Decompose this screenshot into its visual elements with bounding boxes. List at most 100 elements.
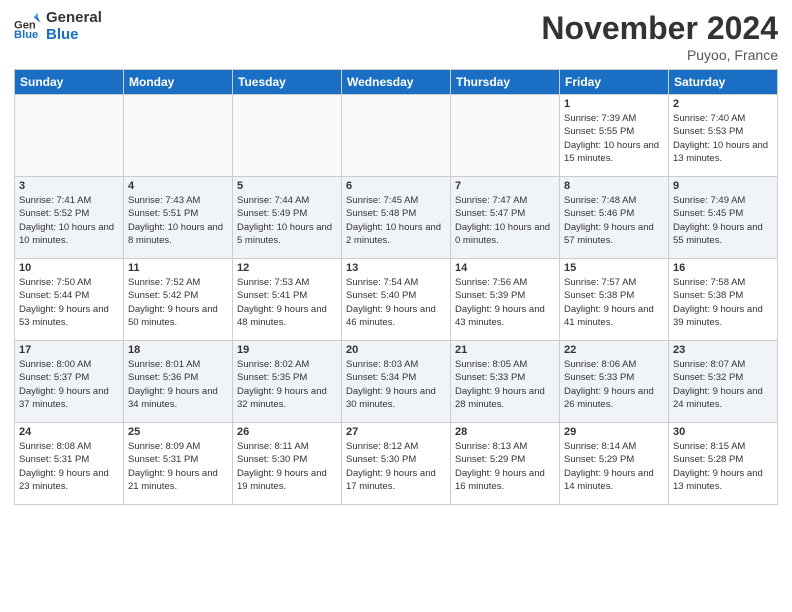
sunrise-time: Sunrise: 8:08 AM — [19, 440, 119, 453]
week-row-3: 10Sunrise: 7:50 AMSunset: 5:44 PMDayligh… — [15, 259, 778, 341]
day-info: Sunrise: 7:43 AMSunset: 5:51 PMDaylight:… — [128, 194, 228, 247]
day-cell: 19Sunrise: 8:02 AMSunset: 5:35 PMDayligh… — [233, 341, 342, 423]
day-info: Sunrise: 8:12 AMSunset: 5:30 PMDaylight:… — [346, 440, 446, 493]
day-cell: 18 Sunrise: 8:01 AMSunset: 5:36 PMDayligh… — [124, 341, 233, 423]
daylight-hours: Daylight: 9 hours and 26 minutes. — [564, 385, 664, 412]
day-number: 7 — [455, 180, 555, 192]
day-info: Sunrise: 7:40 AMSunset: 5:53 PMDaylight:… — [673, 112, 773, 165]
day-cell: 30 Sunrise: 8:15 AMSunset: 5:28 PMDayligh… — [669, 423, 778, 505]
day-cell: 23Sunrise: 8:07 AMSunset: 5:32 PMDayligh… — [669, 341, 778, 423]
sunset-time: Sunset: 5:33 PM — [455, 371, 555, 384]
sunset-time: Sunset: 5:37 PM — [19, 371, 119, 384]
page-container: Gen Blue General Blue November 2024 Puyo… — [0, 0, 792, 515]
sunrise-time: Sunrise: 7:43 AM — [128, 194, 228, 207]
sunset-time: Sunset: 5:30 PM — [237, 453, 337, 466]
day-cell: 27Sunrise: 8:12 AMSunset: 5:30 PMDayligh… — [342, 423, 451, 505]
title-block: November 2024 Puyoo, France — [541, 10, 778, 63]
day-number: 9 — [673, 180, 773, 192]
day-info: Sunrise: 8:08 AMSunset: 5:31 PMDaylight:… — [19, 440, 119, 493]
day-info: Sunrise: 7:47 AMSunset: 5:47 PMDaylight:… — [455, 194, 555, 247]
day-cell: 7 Sunrise: 7:47 AMSunset: 5:47 PMDaylight… — [451, 177, 560, 259]
sunset-time: Sunset: 5:29 PM — [455, 453, 555, 466]
day-info: Sunrise: 8:06 AMSunset: 5:33 PMDaylight:… — [564, 358, 664, 411]
sunrise-time: Sunrise: 8:14 AM — [564, 440, 664, 453]
day-number: 1 — [564, 98, 664, 110]
sunset-time: Sunset: 5:35 PM — [237, 371, 337, 384]
day-number: 18 — [128, 344, 228, 356]
sunset-time: Sunset: 5:48 PM — [346, 207, 446, 220]
sunrise-time: Sunrise: 7:50 AM — [19, 276, 119, 289]
sunrise-time: Sunrise: 8:02 AM — [237, 358, 337, 371]
sunrise-time: Sunrise: 7:52 AM — [128, 276, 228, 289]
week-row-4: 17Sunrise: 8:00 AMSunset: 5:37 PMDayligh… — [15, 341, 778, 423]
day-header-thursday: Thursday — [451, 70, 560, 95]
daylight-hours: Daylight: 9 hours and 39 minutes. — [673, 303, 773, 330]
day-cell: 10Sunrise: 7:50 AMSunset: 5:44 PMDayligh… — [15, 259, 124, 341]
sunset-time: Sunset: 5:38 PM — [564, 289, 664, 302]
day-cell: 12Sunrise: 7:53 AMSunset: 5:41 PMDayligh… — [233, 259, 342, 341]
daylight-hours: Daylight: 10 hours and 8 minutes. — [128, 221, 228, 248]
day-info: Sunrise: 8:11 AMSunset: 5:30 PMDaylight:… — [237, 440, 337, 493]
daylight-hours: Daylight: 10 hours and 5 minutes. — [237, 221, 337, 248]
day-cell: 1Sunrise: 7:39 AMSunset: 5:55 PMDaylight… — [560, 95, 669, 177]
day-info: Sunrise: 7:58 AMSunset: 5:38 PMDaylight:… — [673, 276, 773, 329]
day-info: Sunrise: 8:01 AMSunset: 5:36 PMDaylight:… — [128, 358, 228, 411]
sunset-time: Sunset: 5:47 PM — [455, 207, 555, 220]
sunset-time: Sunset: 5:29 PM — [564, 453, 664, 466]
sunrise-time: Sunrise: 8:15 AM — [673, 440, 773, 453]
day-info: Sunrise: 7:48 AMSunset: 5:46 PMDaylight:… — [564, 194, 664, 247]
daylight-hours: Daylight: 9 hours and 57 minutes. — [564, 221, 664, 248]
sunset-time: Sunset: 5:31 PM — [128, 453, 228, 466]
location: Puyoo, France — [541, 47, 778, 63]
daylight-hours: Daylight: 9 hours and 34 minutes. — [128, 385, 228, 412]
daylight-hours: Daylight: 9 hours and 32 minutes. — [237, 385, 337, 412]
sunset-time: Sunset: 5:45 PM — [673, 207, 773, 220]
daylight-hours: Daylight: 9 hours and 14 minutes. — [564, 467, 664, 494]
logo: Gen Blue General Blue — [14, 10, 102, 43]
day-number: 24 — [19, 426, 119, 438]
sunrise-time: Sunrise: 8:03 AM — [346, 358, 446, 371]
day-header-monday: Monday — [124, 70, 233, 95]
day-number: 30 — [673, 426, 773, 438]
day-info: Sunrise: 7:44 AMSunset: 5:49 PMDaylight:… — [237, 194, 337, 247]
day-cell: 25Sunrise: 8:09 AMSunset: 5:31 PMDayligh… — [124, 423, 233, 505]
daylight-hours: Daylight: 10 hours and 2 minutes. — [346, 221, 446, 248]
day-info: Sunrise: 8:03 AMSunset: 5:34 PMDaylight:… — [346, 358, 446, 411]
day-header-wednesday: Wednesday — [342, 70, 451, 95]
header: Gen Blue General Blue November 2024 Puyo… — [14, 10, 778, 63]
sunrise-time: Sunrise: 7:54 AM — [346, 276, 446, 289]
day-number: 16 — [673, 262, 773, 274]
day-info: Sunrise: 8:15 AMSunset: 5:28 PMDaylight:… — [673, 440, 773, 493]
sunrise-time: Sunrise: 7:44 AM — [237, 194, 337, 207]
sunset-time: Sunset: 5:33 PM — [564, 371, 664, 384]
day-cell — [451, 95, 560, 177]
day-number: 26 — [237, 426, 337, 438]
sunrise-time: Sunrise: 8:05 AM — [455, 358, 555, 371]
sunrise-time: Sunrise: 8:07 AM — [673, 358, 773, 371]
sunset-time: Sunset: 5:51 PM — [128, 207, 228, 220]
day-cell: 9Sunrise: 7:49 AMSunset: 5:45 PMDaylight… — [669, 177, 778, 259]
sunset-time: Sunset: 5:55 PM — [564, 125, 664, 138]
sunset-time: Sunset: 5:31 PM — [19, 453, 119, 466]
day-number: 22 — [564, 344, 664, 356]
daylight-hours: Daylight: 10 hours and 0 minutes. — [455, 221, 555, 248]
sunset-time: Sunset: 5:38 PM — [673, 289, 773, 302]
day-cell: 16 Sunrise: 7:58 AMSunset: 5:38 PMDayligh… — [669, 259, 778, 341]
daylight-hours: Daylight: 10 hours and 13 minutes. — [673, 139, 773, 166]
day-number: 15 — [564, 262, 664, 274]
sunset-time: Sunset: 5:44 PM — [19, 289, 119, 302]
day-cell: 4Sunrise: 7:43 AMSunset: 5:51 PMDaylight… — [124, 177, 233, 259]
day-info: Sunrise: 8:13 AMSunset: 5:29 PMDaylight:… — [455, 440, 555, 493]
svg-text:Blue: Blue — [14, 29, 38, 41]
day-info: Sunrise: 7:45 AMSunset: 5:48 PMDaylight:… — [346, 194, 446, 247]
sunset-time: Sunset: 5:32 PM — [673, 371, 773, 384]
sunset-time: Sunset: 5:36 PM — [128, 371, 228, 384]
day-info: Sunrise: 8:14 AMSunset: 5:29 PMDaylight:… — [564, 440, 664, 493]
daylight-hours: Daylight: 9 hours and 46 minutes. — [346, 303, 446, 330]
daylight-hours: Daylight: 9 hours and 55 minutes. — [673, 221, 773, 248]
day-number: 6 — [346, 180, 446, 192]
sunset-time: Sunset: 5:46 PM — [564, 207, 664, 220]
sunrise-time: Sunrise: 8:01 AM — [128, 358, 228, 371]
week-row-1: 1Sunrise: 7:39 AMSunset: 5:55 PMDaylight… — [15, 95, 778, 177]
day-number: 28 — [455, 426, 555, 438]
